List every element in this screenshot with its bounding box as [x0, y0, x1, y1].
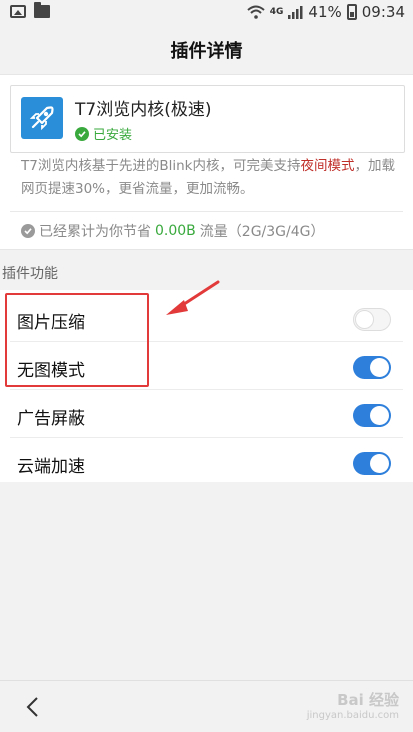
feature-row-cloud-accel[interactable]: 云端加速 — [0, 438, 413, 486]
signal-icon — [288, 6, 303, 19]
battery-icon — [346, 4, 357, 20]
section-label: 插件功能 — [2, 266, 58, 282]
no-image-mode-toggle[interactable] — [353, 356, 391, 379]
annotation-box — [5, 293, 149, 387]
cloud-accel-toggle[interactable] — [353, 452, 391, 475]
data-savings: 已经累计为你节省 0.00B 流量（2G/3G/4G） — [21, 221, 324, 241]
image-icon — [10, 5, 26, 18]
clock: 09:34 — [361, 3, 405, 21]
battery-percent: 41% — [308, 3, 342, 21]
watermark: Bai 经验 jingyan.baidu.com — [307, 689, 399, 721]
bottom-navbar: Bai 经验 jingyan.baidu.com — [0, 680, 413, 732]
rocket-icon — [21, 97, 63, 139]
status-right: 4G 41% 09:34 — [247, 3, 405, 21]
feature-label: 广告屏蔽 — [17, 409, 85, 429]
savings-prefix: 已经累计为你节省 — [39, 224, 151, 240]
install-status-label: 已安装 — [93, 128, 133, 143]
plugin-header: T7浏览内核(极速) 已安装 — [10, 85, 405, 153]
wifi-icon — [247, 5, 265, 19]
back-button[interactable] — [18, 693, 46, 721]
feature-row-ad-block[interactable]: 广告屏蔽 — [0, 390, 413, 438]
toggle-knob — [370, 454, 389, 473]
install-status: 已安装 — [75, 124, 132, 143]
plugin-name: T7浏览内核(极速) — [75, 100, 212, 120]
check-circle-icon — [21, 224, 35, 238]
chevron-left-icon — [26, 697, 38, 717]
annotation-arrow-icon — [166, 280, 220, 315]
toggle-knob — [355, 310, 374, 329]
status-left-icons — [10, 2, 50, 18]
folder-icon — [34, 2, 50, 18]
description-text: T7浏览内核基于先进的Blink内核，可完美支持 — [21, 158, 301, 174]
savings-suffix: 流量（2G/3G/4G） — [199, 224, 325, 240]
page-title: 插件详情 — [170, 41, 243, 62]
plugin-description: T7浏览内核基于先进的Blink内核，可完美支持夜间模式，加载网页提速30%，更… — [21, 155, 401, 201]
watermark-text: Bai 经验 — [337, 691, 399, 709]
feature-label: 云端加速 — [17, 457, 85, 477]
check-circle-icon — [75, 126, 89, 141]
ad-block-toggle[interactable] — [353, 404, 391, 427]
network-type-label: 4G — [269, 7, 284, 17]
image-compress-toggle[interactable] — [353, 308, 391, 331]
savings-amount: 0.00B — [155, 223, 196, 239]
status-bar: 4G 41% 09:34 — [0, 0, 413, 26]
night-mode-highlight: 夜间模式 — [300, 158, 355, 174]
title-bar: 插件详情 — [0, 26, 413, 72]
card-divider — [10, 211, 403, 212]
plugin-card: T7浏览内核(极速) 已安装 T7浏览内核基于先进的Blink内核，可完美支持夜… — [0, 74, 413, 250]
watermark-url: jingyan.baidu.com — [306, 710, 399, 721]
toggle-knob — [370, 406, 389, 425]
toggle-knob — [370, 358, 389, 377]
